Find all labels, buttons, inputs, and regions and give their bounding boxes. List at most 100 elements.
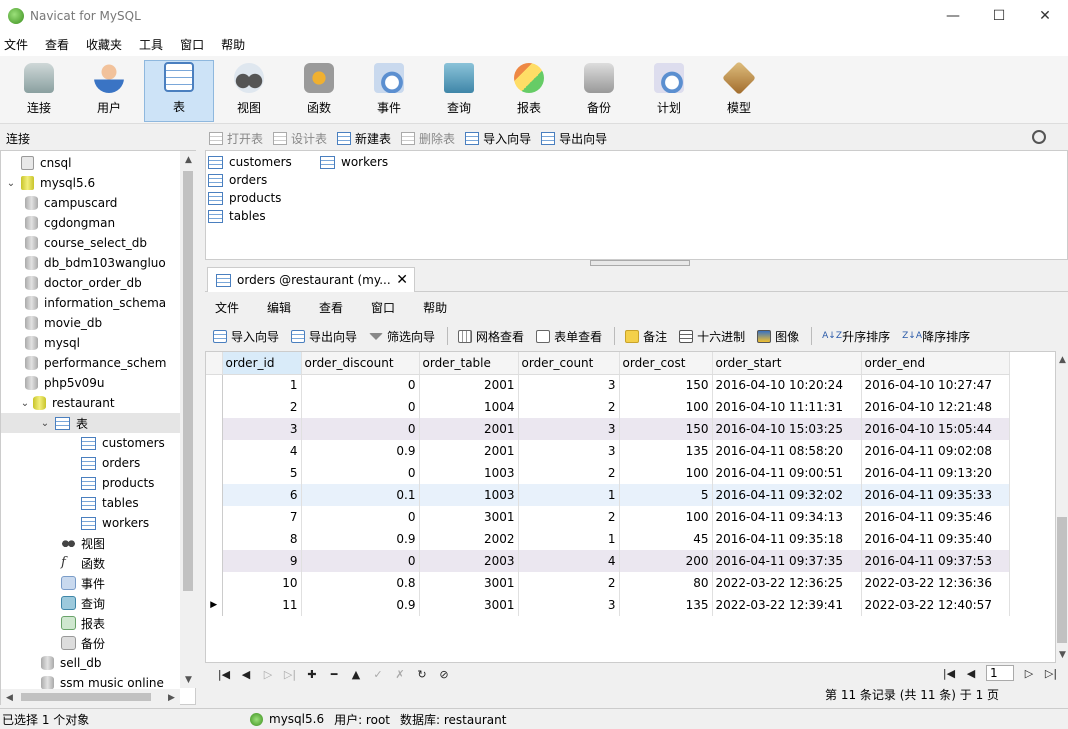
tree-database[interactable]: course_select_db (25, 233, 147, 253)
table-row[interactable]: 6 0.1 1003 1 5 2016-04-11 09:32:02 2016-04-11 … (206, 484, 1010, 506)
cell[interactable]: 2016-04-11 09:35:40 (861, 528, 1010, 550)
cell[interactable]: 2016-04-11 09:32:02 (712, 484, 862, 506)
tree-reports-node[interactable]: 报表 (61, 613, 105, 633)
toolbar-function-button[interactable]: 函数 (284, 60, 354, 122)
cell[interactable]: 3 (518, 594, 620, 616)
cell[interactable]: 2016-04-10 10:20:24 (712, 374, 862, 396)
chevron-down-icon[interactable]: ⌄ (39, 418, 51, 429)
cell[interactable]: 2016-04-11 09:37:35 (712, 550, 862, 572)
cell[interactable]: 3 (518, 418, 620, 440)
cell[interactable]: 2016-04-11 09:02:08 (861, 440, 1010, 462)
cell[interactable]: 10 (222, 572, 302, 594)
cell[interactable]: 0.9 (301, 594, 420, 616)
prior-record-button[interactable]: ◀ (235, 668, 257, 681)
cell[interactable]: 2016-04-11 09:35:33 (861, 484, 1010, 506)
cell[interactable]: 0.9 (301, 528, 420, 550)
cell[interactable]: 5 (222, 462, 302, 484)
object-list-item[interactable]: tables (208, 207, 266, 225)
scroll-right-icon[interactable]: ▶ (163, 689, 180, 706)
import-wizard-button[interactable]: 导入向导 (465, 130, 531, 147)
chevron-down-icon[interactable]: ⌄ (19, 398, 31, 409)
tree-connection-mysql56[interactable]: ⌄ mysql5.6 (5, 173, 95, 193)
prev-page-button[interactable]: ◀ (960, 667, 982, 680)
tree-database[interactable]: movie_db (25, 313, 102, 333)
cell[interactable]: 1 (518, 484, 620, 506)
next-page-button[interactable]: ▷ (1018, 667, 1040, 680)
cell[interactable]: 2016-04-10 15:03:25 (712, 418, 862, 440)
toolbar-report-button[interactable]: 报表 (494, 60, 564, 122)
column-header[interactable]: order_discount (301, 352, 420, 375)
sort-ascending-button[interactable]: A↓Z 升序排序 (822, 328, 890, 345)
design-table-button[interactable]: 设计表 (273, 130, 327, 147)
discard-changes-button[interactable]: ✗ (389, 668, 411, 681)
cell[interactable]: 3 (222, 418, 302, 440)
image-button[interactable]: 图像 (757, 328, 799, 345)
cell[interactable]: 2001 (419, 418, 519, 440)
cell[interactable]: 3001 (419, 506, 519, 528)
tree-table[interactable]: orders (81, 453, 140, 473)
editor-menu-help[interactable]: 帮助 (423, 299, 447, 316)
tab-orders[interactable]: orders @restaurant (my... ✕ (207, 267, 415, 292)
tree-database[interactable]: doctor_order_db (25, 273, 142, 293)
tree-table[interactable]: workers (81, 513, 149, 533)
cell[interactable]: 2016-04-10 10:27:47 (861, 374, 1010, 396)
edit-record-button[interactable]: ▲ (345, 668, 367, 681)
tree-database[interactable]: php5v09u (25, 373, 104, 393)
tree-functions-node[interactable]: f 函数 (61, 553, 105, 573)
toolbar-model-button[interactable]: 模型 (704, 60, 774, 122)
scroll-down-icon[interactable]: ▼ (180, 671, 197, 688)
cell[interactable]: 2022-03-22 12:40:57 (861, 594, 1010, 616)
cell[interactable]: 2001 (419, 374, 519, 396)
new-table-button[interactable]: 新建表 (337, 130, 391, 147)
toolbar-backup-button[interactable]: 备份 (564, 60, 634, 122)
menu-view[interactable]: 查看 (40, 36, 81, 53)
table-row[interactable]: 2 0 1004 2 100 2016-04-10 11:11:31 2016-04-10 … (206, 396, 1010, 418)
column-header[interactable]: order_count (518, 352, 620, 375)
cell[interactable]: 135 (619, 440, 713, 462)
cell[interactable]: 0 (301, 418, 420, 440)
tree-database[interactable]: performance_schem (25, 353, 166, 373)
scroll-thumb[interactable] (21, 693, 151, 701)
cell[interactable]: 2 (518, 462, 620, 484)
cell[interactable]: 2022-03-22 12:39:41 (712, 594, 862, 616)
first-record-button[interactable]: |◀ (213, 668, 235, 681)
cell[interactable]: 3 (518, 374, 620, 396)
chevron-down-icon[interactable]: ⌄ (5, 178, 17, 189)
editor-menu-window[interactable]: 窗口 (371, 299, 395, 316)
cell[interactable]: 150 (619, 374, 713, 396)
grid-vertical-scrollbar[interactable]: ▲ ▼ (1056, 351, 1068, 663)
cell[interactable]: 0 (301, 396, 420, 418)
search-icon[interactable] (1032, 130, 1046, 144)
tree-table[interactable]: tables (81, 493, 139, 513)
tree-database[interactable]: campuscard (25, 193, 117, 213)
cell[interactable]: 200 (619, 550, 713, 572)
cell[interactable]: 6 (222, 484, 302, 506)
cell[interactable]: 2 (518, 572, 620, 594)
stop-button[interactable]: ⊘ (433, 668, 455, 681)
cell[interactable]: 80 (619, 572, 713, 594)
tree-database[interactable]: mysql (25, 333, 80, 353)
toolbar-query-button[interactable]: 查询 (424, 60, 494, 122)
last-page-button[interactable]: ▷| (1040, 667, 1062, 680)
cell[interactable]: 2016-04-10 12:21:48 (861, 396, 1010, 418)
editor-menu-edit[interactable]: 编辑 (267, 299, 291, 316)
cell[interactable]: 9 (222, 550, 302, 572)
cell[interactable]: 100 (619, 506, 713, 528)
cell[interactable]: 135 (619, 594, 713, 616)
table-row[interactable]: 1 0 2001 3 150 2016-04-10 10:20:24 2016-04-10 … (206, 374, 1010, 396)
hex-button[interactable]: 十六进制 (679, 328, 745, 345)
tree-queries-node[interactable]: 查询 (61, 593, 105, 613)
menu-tools[interactable]: 工具 (134, 36, 175, 53)
column-header[interactable]: order_id (222, 352, 302, 375)
table-row[interactable]: 9 0 2003 4 200 2016-04-11 09:37:35 2016-04-11 … (206, 550, 1010, 572)
cell[interactable]: 2016-04-10 11:11:31 (712, 396, 862, 418)
form-view-button[interactable]: 表单查看 (536, 328, 602, 345)
cell[interactable]: 2016-04-11 09:00:51 (712, 462, 862, 484)
tree-database[interactable]: information_schema (25, 293, 166, 313)
cell[interactable]: 4 (518, 550, 620, 572)
cell[interactable]: 1 (518, 528, 620, 550)
sort-descending-button[interactable]: Z↓A 降序排序 (902, 328, 970, 345)
cell[interactable]: 100 (619, 462, 713, 484)
page-number-input[interactable]: 1 (986, 665, 1014, 681)
next-record-button[interactable]: ▷ (257, 668, 279, 681)
